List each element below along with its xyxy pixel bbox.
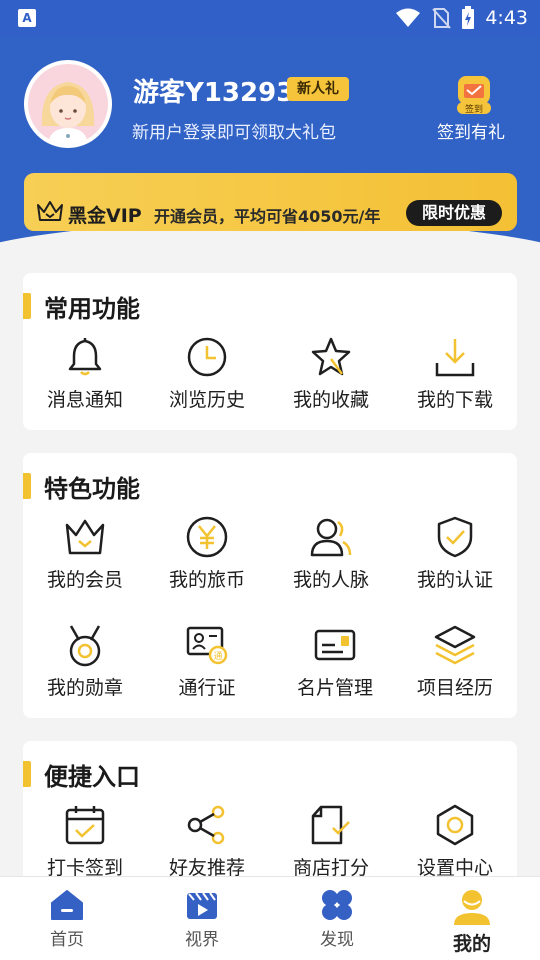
signin-icon-text: 签到 [465,103,483,115]
grid-label: 项目经历 [416,677,493,699]
grid-item-membership[interactable]: 我的会员 [23,515,147,592]
tab-label: 视界 [185,930,219,950]
discover-icon [322,890,352,920]
grid-label: 我的认证 [416,569,493,591]
calendar-check-icon [65,806,105,845]
grid-item-contacts[interactable]: 我的人脉 [269,515,393,592]
settings-hexagon-icon [436,804,474,846]
video-icon [187,892,217,919]
tab-discover[interactable]: 发现 [287,889,387,950]
star-icon [311,337,351,376]
bottom-tab-bar: 首页 视界 发现 我的 [0,876,540,960]
avatar[interactable] [24,60,112,148]
grid-item-history[interactable]: 浏览历史 [145,335,269,412]
login-hint[interactable]: 新用户登录即可领取大礼包 [132,118,336,143]
shield-check-icon [437,516,473,558]
section-title: 常用功能 [44,295,140,323]
section-accent-bar [23,761,31,787]
file-check-icon [311,805,350,845]
crown-icon [37,201,63,221]
grid-label: 我的人脉 [292,569,369,591]
bell-icon [68,338,102,376]
yen-coin-icon [186,516,228,558]
signin-gift-icon[interactable]: 签到 [454,70,494,116]
status-bar: A 4:43 [0,0,540,36]
section-accent-bar [23,473,31,499]
grid-item-favorites[interactable]: 我的收藏 [269,335,393,412]
grid-label: 我的下载 [416,389,493,411]
no-sim-icon [432,8,452,29]
clock-icon [187,337,227,377]
grid-item-downloads[interactable]: 我的下载 [393,335,517,412]
tab-home[interactable]: 首页 [17,889,117,950]
tab-label: 首页 [50,930,84,950]
pass-icon-text: 通 [213,651,222,662]
common-functions-card: 常用功能 消息通知 浏览历史 我的收藏 我的下载 [23,273,517,430]
grid-label: 消息通知 [46,389,123,411]
business-card-icon [314,629,356,661]
grid-item-verification[interactable]: 我的认证 [393,515,517,592]
grid-item-pass[interactable]: 通 通行证 [145,623,269,700]
grid-label: 浏览历史 [168,389,245,411]
girl-avatar-icon [28,64,108,144]
section-accent-bar [23,293,31,319]
tab-label: 我的 [452,933,491,955]
status-icons: 4:43 [395,4,528,32]
limited-offer-button[interactable]: 限时优惠 [406,200,502,226]
contacts-icon [310,518,352,557]
grid-item-notifications[interactable]: 消息通知 [23,335,147,412]
vip-title: 黑金VIP [68,205,142,227]
section-title: 便捷入口 [44,763,140,791]
grid-item-settings[interactable]: 设置中心 [393,803,517,880]
tab-mine[interactable]: 我的 [422,889,522,956]
grid-item-invite-friends[interactable]: 好友推荐 [145,803,269,880]
featured-functions-card: 特色功能 我的会员 我的旅币 我的人脉 我的认证 我的勋章 通 通行证 名片管理… [23,453,517,718]
section-title: 特色功能 [44,475,140,503]
profile-icon [454,890,490,925]
layers-icon [434,625,476,665]
grid-item-rate-store[interactable]: 商店打分 [269,803,393,880]
pass-card-icon: 通 [186,626,228,665]
home-icon [51,890,83,920]
grid-item-checkin[interactable]: 打卡签到 [23,803,147,880]
grid-label: 我的勋章 [46,677,123,699]
vip-banner[interactable]: 黑金VIP 开通会员，平均可省4050元/年 限时优惠 [24,173,517,231]
newbie-gift-badge[interactable]: 新人礼 [287,77,349,101]
signin-label[interactable]: 签到有礼 [437,118,505,143]
grid-label: 名片管理 [296,677,373,699]
grid-item-medals[interactable]: 我的勋章 [23,623,147,700]
grid-label: 我的旅币 [168,569,245,591]
grid-item-travel-coins[interactable]: 我的旅币 [145,515,269,592]
download-icon [435,339,475,377]
crown-icon [65,519,105,555]
app-notification-icon: A [18,9,36,27]
username[interactable]: 游客Y13293 [133,72,294,109]
vip-description: 开通会员，平均可省4050元/年 [154,207,381,226]
tab-vision[interactable]: 视界 [152,889,252,950]
wifi-icon [396,8,421,27]
battery-charging-icon [462,6,475,29]
share-icon [187,805,225,845]
status-time: 4:43 [485,7,528,29]
tab-label: 发现 [320,930,354,950]
medal-icon [69,625,101,667]
grid-item-business-cards[interactable]: 名片管理 [273,623,397,700]
grid-item-projects[interactable]: 项目经历 [393,623,517,700]
grid-label: 通行证 [178,677,236,699]
grid-label: 我的收藏 [292,389,369,411]
grid-label: 我的会员 [46,569,123,591]
